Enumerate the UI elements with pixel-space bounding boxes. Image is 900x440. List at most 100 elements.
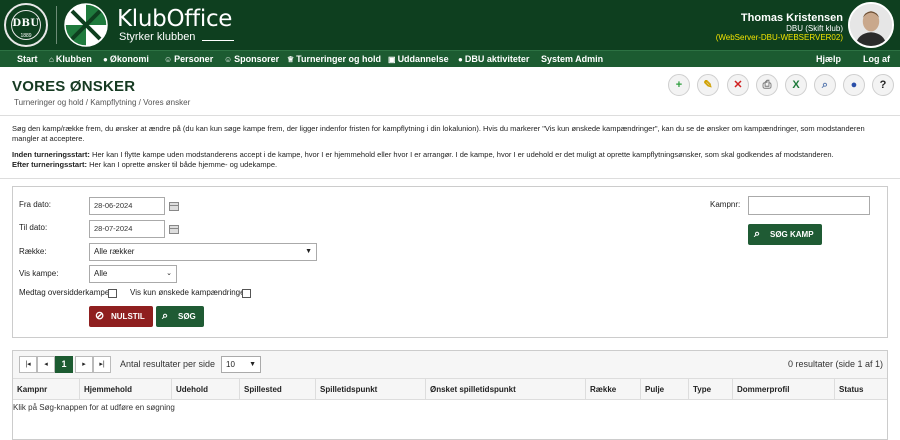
info-glyph: ●	[850, 79, 858, 91]
col-udehold[interactable]: Udehold	[171, 379, 235, 400]
calendar-icon[interactable]	[169, 202, 179, 211]
per-page-value: 10	[226, 360, 235, 369]
to-date-label: Til dato:	[19, 223, 48, 232]
match-number-input[interactable]	[748, 196, 870, 215]
col-raekke[interactable]: Række	[585, 379, 640, 400]
nav-item-label: Turneringer og hold	[296, 54, 381, 64]
page-1-button[interactable]: 1	[55, 356, 73, 373]
edit-icon[interactable]: ✎	[697, 74, 719, 96]
server-label: (WebServer-DBU-WEBSERVER02)	[715, 33, 843, 42]
nav-item-start[interactable]: Start	[17, 51, 38, 68]
from-date-label: Fra dato:	[19, 200, 52, 209]
user-photo-icon	[850, 4, 892, 46]
info-after: Efter turneringsstart: Her kan I oprette…	[12, 160, 888, 170]
excel-glyph: X	[792, 79, 800, 91]
reset-button[interactable]: ⊘ NULSTIL	[89, 306, 153, 327]
add-glyph: +	[675, 79, 683, 91]
per-page-label: Antal resultater per side	[120, 359, 216, 369]
show-matches-select[interactable]: Alle ⌄	[89, 265, 177, 283]
search-icon[interactable]: ⌕	[814, 74, 836, 96]
search-icon: ⌕	[162, 310, 169, 322]
dbu-logo[interactable]: DBU 1889	[4, 3, 48, 47]
per-page-select[interactable]: 10 ▼	[221, 356, 261, 373]
app-subtitle: Styrker klubben	[119, 31, 196, 43]
avatar[interactable]	[848, 2, 894, 48]
from-date-input[interactable]: 28-06-2024	[89, 197, 165, 215]
first-page-button[interactable]: |◂	[19, 356, 37, 373]
table-header: Kampnr Hjemmehold Udehold Spillested Spi…	[13, 379, 887, 400]
coins-icon: ●	[103, 55, 108, 64]
dbu-logo-text: DBU	[12, 18, 40, 29]
last-page-button[interactable]: ▸|	[93, 356, 111, 373]
col-spilletidspunkt[interactable]: Spilletidspunkt	[315, 379, 425, 400]
include-bye-checkbox[interactable]	[108, 289, 117, 298]
trophy-icon: ♕	[287, 55, 295, 64]
book-icon: ▣	[388, 55, 396, 64]
user-name: Thomas Kristensen	[740, 12, 843, 24]
nav-item-sponsorer[interactable]: ☺ Sponsorer	[224, 51, 279, 68]
search-match-label: SØG KAMP	[770, 230, 814, 239]
header-divider	[56, 6, 57, 44]
nav-item-personer[interactable]: ☺ Personer	[164, 51, 213, 68]
col-hjemmehold[interactable]: Hjemmehold	[79, 379, 169, 400]
search-match-button[interactable]: ⌕ SØG KAMP	[748, 224, 822, 245]
print-icon[interactable]: ⎙	[756, 74, 778, 96]
col-type[interactable]: Type	[688, 379, 732, 400]
col-kampnr[interactable]: Kampnr	[13, 379, 73, 400]
show-matches-value: Alle	[94, 269, 108, 278]
nav-item-label: Økonomi	[109, 54, 149, 64]
row-select[interactable]: Alle rækker ▼	[89, 243, 317, 261]
info-after-label: Efter turneringsstart:	[12, 160, 88, 169]
col-status[interactable]: Status	[834, 379, 887, 400]
pager: |◂ ◂ 1 ▸ ▸| Antal resultater per side 10…	[13, 351, 887, 379]
nav-item-dbu-aktiviteter[interactable]: ● DBU aktiviteter	[458, 51, 529, 68]
person-icon: ☺	[224, 55, 233, 64]
chevron-down-icon: ⌄	[166, 270, 172, 277]
add-icon[interactable]: +	[668, 74, 690, 96]
ball-icon: ●	[458, 55, 463, 64]
match-number-label: Kampnr:	[710, 200, 741, 209]
delete-icon[interactable]: ✕	[727, 74, 749, 96]
prev-page-button[interactable]: ◂	[37, 356, 55, 373]
search-form: Fra dato: 28-06-2024 Til dato: 28-07-202…	[12, 186, 888, 338]
calendar-icon[interactable]	[169, 225, 179, 234]
nav-item-help[interactable]: Hjælp	[816, 51, 841, 68]
to-date-input[interactable]: 28-07-2024	[89, 220, 165, 238]
search-button[interactable]: ⌕ SØG	[156, 306, 204, 327]
person-icon: ☺	[164, 55, 173, 64]
house-icon: ⌂	[49, 55, 54, 64]
col-spillested[interactable]: Spillested	[239, 379, 315, 400]
excel-icon[interactable]: X	[785, 74, 807, 96]
search-label: SØG	[178, 312, 196, 321]
nav-item-label: Sponsorer	[234, 54, 280, 64]
nav-item-label: Klubben	[55, 54, 92, 64]
breadcrumb[interactable]: Turneringer og hold / Kampflytning / Vor…	[14, 98, 190, 107]
row-label: Række:	[19, 247, 47, 256]
page-title: VORES ØNSKER	[12, 78, 136, 95]
app-header: DBU 1889 KlubOffice Styrker klubben Thom…	[0, 0, 900, 50]
kluboffice-logo-icon[interactable]	[64, 3, 108, 47]
col-dommerprofil[interactable]: Dommerprofil	[732, 379, 834, 400]
show-matches-label: Vis kampe:	[19, 269, 59, 278]
nav-item-label: DBU aktiviteter	[464, 54, 530, 64]
nav-item-klubben[interactable]: ⌂ Klubben	[49, 51, 92, 68]
switch-club-link[interactable]: DBU (Skift klub)	[786, 24, 843, 33]
nav-item-turneringer[interactable]: ♕ Turneringer og hold	[287, 51, 381, 68]
nav-item-logout[interactable]: Log af	[863, 51, 890, 68]
nav-item-uddannelse[interactable]: ▣ Uddannelse	[388, 51, 449, 68]
app-subtitle-underline	[202, 40, 234, 41]
next-page-button[interactable]: ▸	[75, 356, 93, 373]
help-icon[interactable]: ?	[872, 74, 894, 96]
only-wishes-label: Vis kun ønskede kampændringer	[130, 288, 248, 297]
col-onsket-spilletidspunkt[interactable]: Ønsket spilletidspunkt	[425, 379, 585, 400]
nav-item-label: Uddannelse	[397, 54, 449, 64]
col-pulje[interactable]: Pulje	[640, 379, 688, 400]
info-icon[interactable]: ●	[843, 74, 865, 96]
only-wishes-checkbox[interactable]	[242, 289, 251, 298]
chevron-down-icon: ▼	[249, 361, 256, 368]
row-select-value: Alle rækker	[94, 247, 135, 256]
nav-item-system-admin[interactable]: System Admin	[541, 51, 603, 68]
info-before-text: Her kan I flytte kampe uden modstanderen…	[89, 150, 834, 159]
nav-item-okonomi[interactable]: ● Økonomi	[103, 51, 149, 68]
include-bye-label: Medtag oversidderkampe:	[19, 288, 112, 297]
